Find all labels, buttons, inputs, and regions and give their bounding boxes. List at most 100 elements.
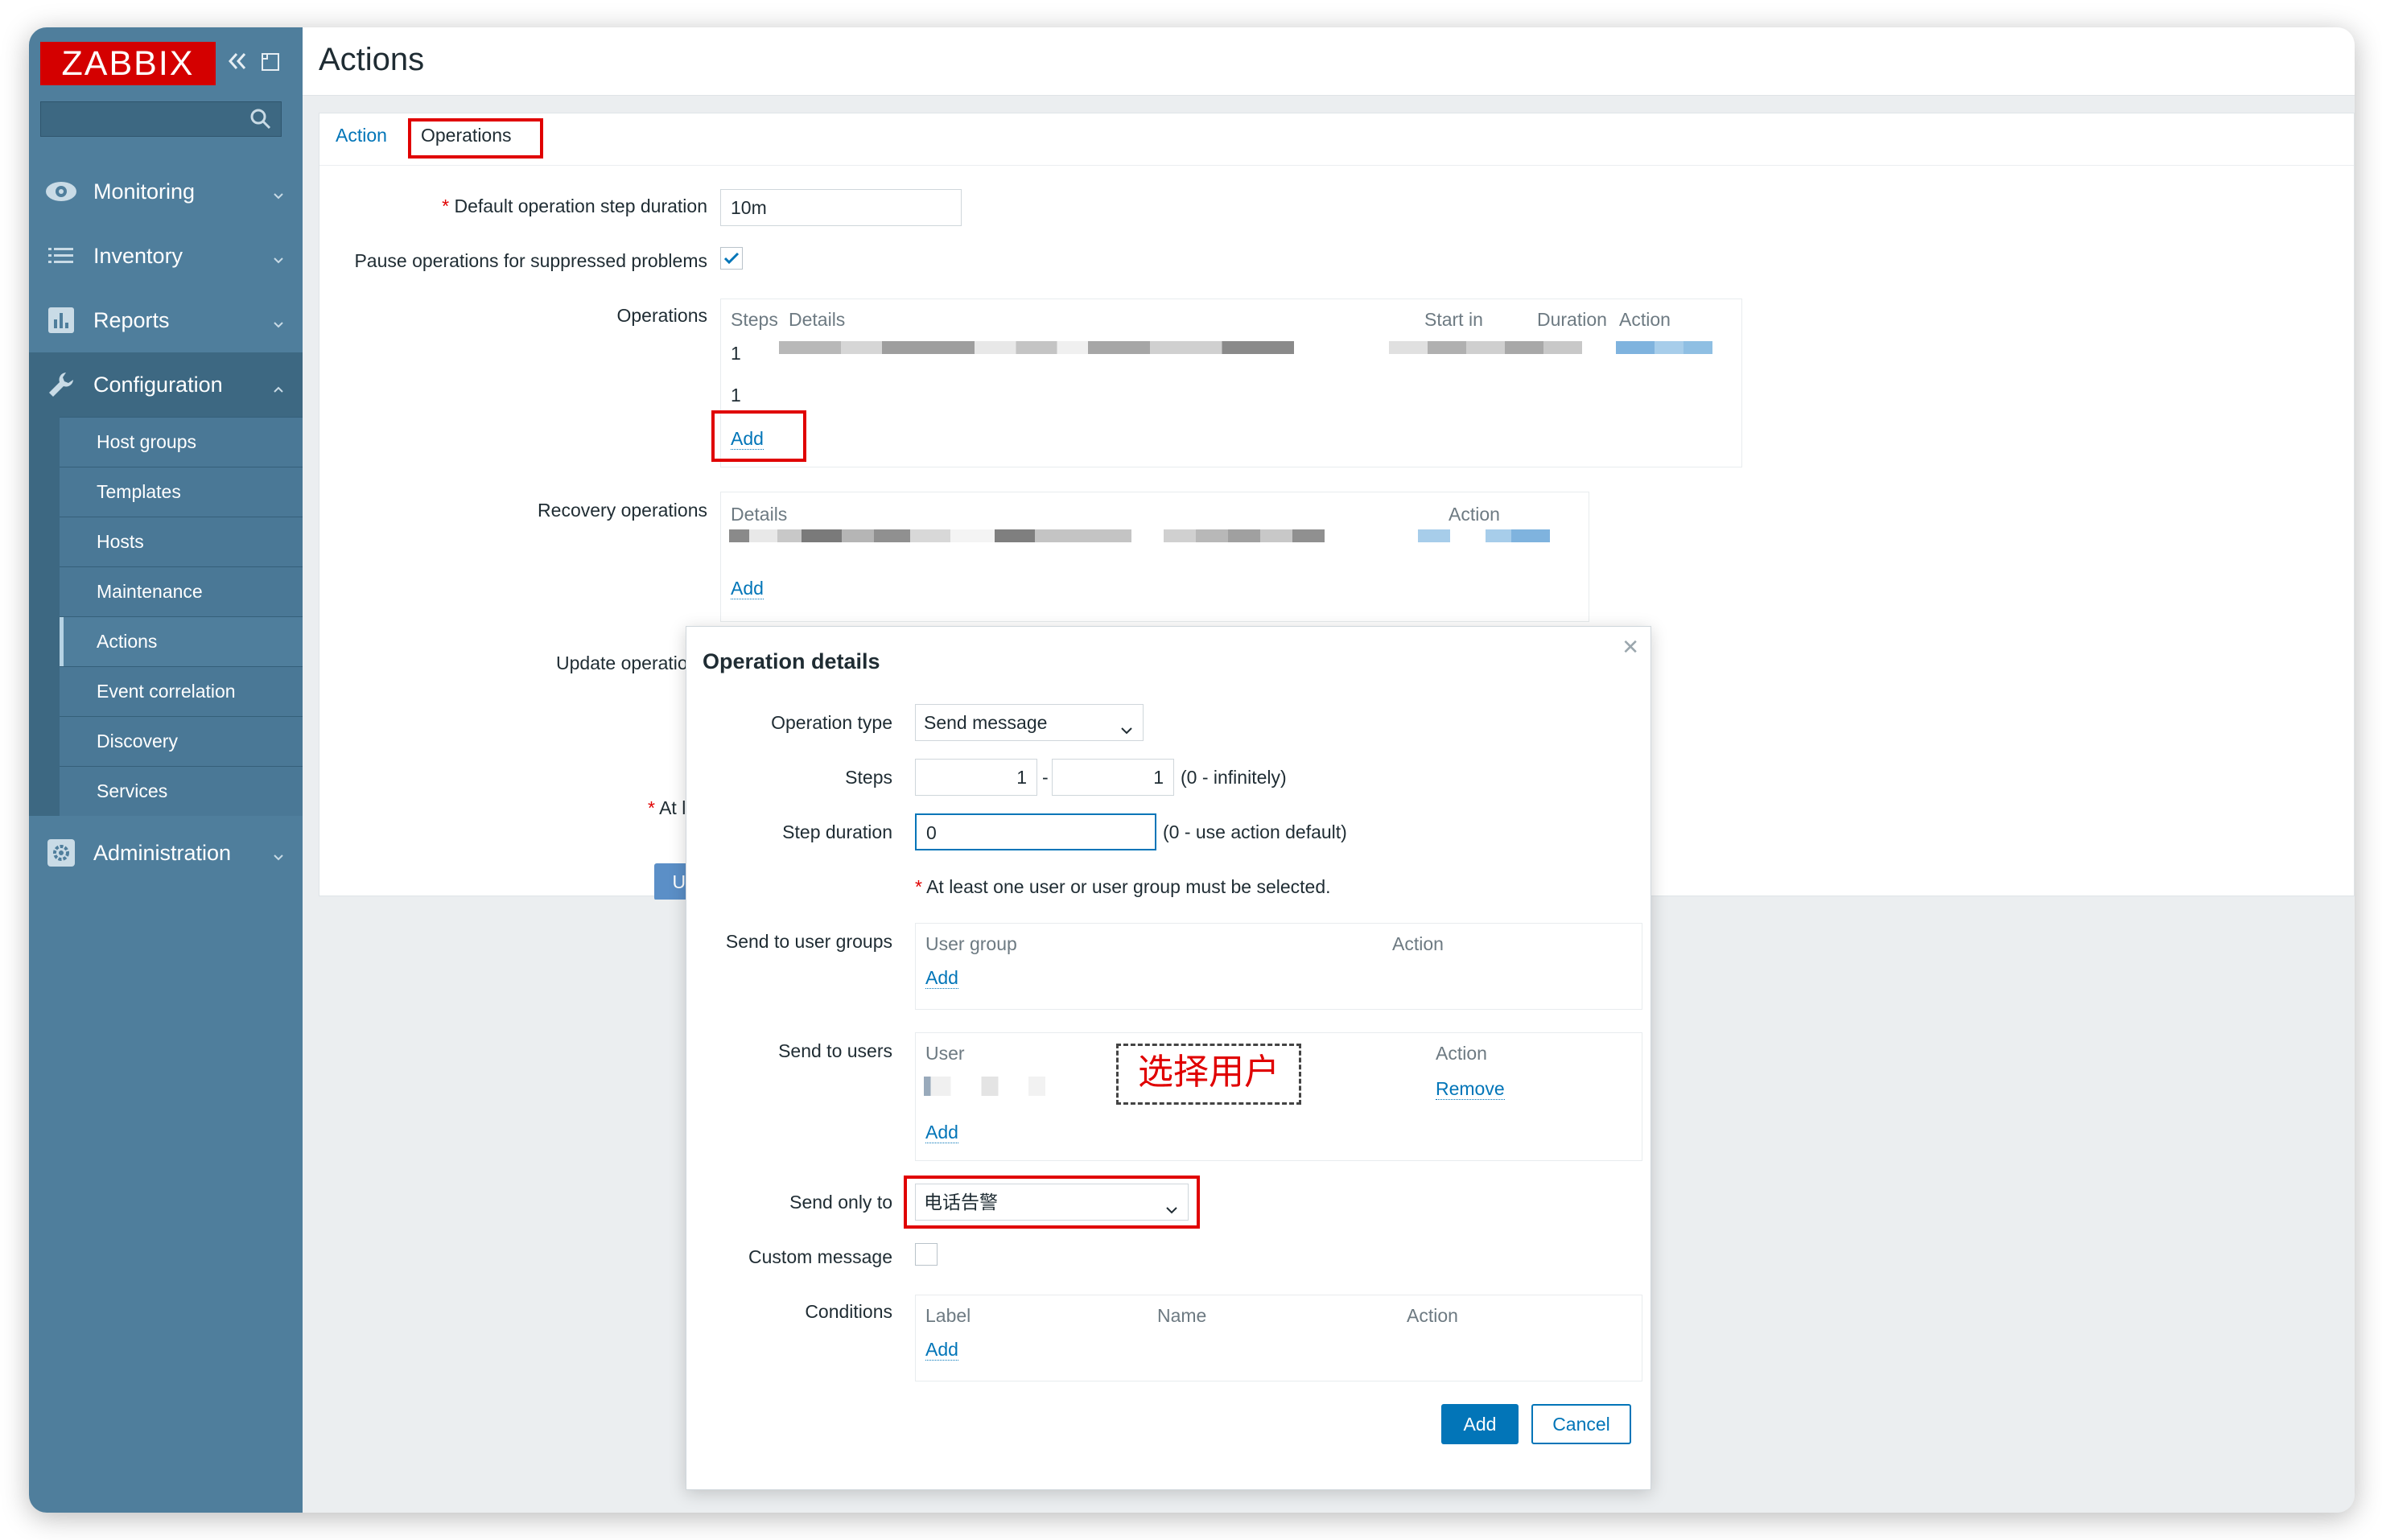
- zabbix-logo[interactable]: ZABBIX: [40, 42, 216, 85]
- redacted-operation-timing: [1389, 341, 1582, 354]
- submenu-item-maintenance[interactable]: Maintenance: [60, 566, 303, 616]
- operation-type-value: Send message: [924, 712, 1048, 733]
- redacted-recovery-details: [729, 529, 1131, 542]
- submenu-item-hosts[interactable]: Hosts: [60, 517, 303, 566]
- chevron-down-icon: [272, 246, 285, 271]
- redacted-recovery-action: [1418, 529, 1450, 542]
- submenu-item-services[interactable]: Services: [60, 766, 303, 816]
- send-to-user-groups-label: Send to user groups: [725, 931, 892, 952]
- col-action: Action: [1392, 933, 1444, 954]
- menu-monitoring[interactable]: Monitoring: [29, 159, 303, 224]
- col-details: Details: [789, 309, 846, 330]
- col-user-group: User group: [925, 933, 1017, 954]
- required-note: * At least one user or user group must b…: [915, 876, 1331, 897]
- kiosk-mode-icon[interactable]: [259, 48, 282, 80]
- sidebar-search-input[interactable]: [40, 101, 282, 137]
- col-action: Action: [1449, 504, 1500, 525]
- default-step-duration-label: * Default operation step duration: [442, 196, 707, 216]
- highlight-box-add-operation: [711, 410, 806, 462]
- tabs: Action Operations: [319, 113, 2354, 166]
- dialog-cancel-button[interactable]: Cancel: [1531, 1404, 1631, 1444]
- operation-row-step: 1: [731, 385, 741, 406]
- steps-label: Steps: [845, 767, 892, 788]
- collapse-sidebar-icon[interactable]: [225, 48, 249, 80]
- col-user: User: [925, 1043, 965, 1064]
- step-duration-input[interactable]: 0: [915, 813, 1156, 850]
- col-details: Details: [731, 504, 788, 525]
- highlight-box-operations-tab: [408, 118, 543, 159]
- gear-icon: [29, 838, 93, 867]
- default-step-duration-input[interactable]: 10m: [720, 189, 962, 226]
- operation-details-dialog: Operation details ✕ Operation type Send …: [686, 626, 1651, 1490]
- tab-action[interactable]: Action: [336, 125, 387, 146]
- steps-hint: (0 - infinitely): [1181, 767, 1287, 788]
- pause-operations-label: Pause operations for suppressed problems: [354, 250, 707, 271]
- configuration-submenu: Host groups Templates Hosts Maintenance …: [29, 417, 303, 816]
- redacted-recovery-details-2: [1164, 529, 1325, 542]
- check-icon: [723, 252, 740, 265]
- menu-reports-label: Reports: [93, 307, 170, 332]
- operations-label: Operations: [616, 305, 707, 326]
- menu-inventory[interactable]: Inventory: [29, 224, 303, 288]
- col-action: Action: [1436, 1043, 1487, 1064]
- chevron-down-icon: [272, 843, 285, 868]
- send-to-users-label: Send to users: [778, 1040, 892, 1061]
- annotation-select-users: 选择用户: [1116, 1044, 1301, 1105]
- page-title: Actions: [319, 42, 425, 77]
- wrench-icon: [29, 370, 93, 399]
- add-recovery-operation-link[interactable]: Add: [731, 578, 764, 599]
- submenu-item-event-correlation[interactable]: Event correlation: [60, 666, 303, 716]
- conditions-table: Label Name Action Add: [915, 1295, 1642, 1381]
- redacted-operation-details: [779, 341, 1294, 354]
- main-menu: Monitoring Inventory Reports Configurati…: [29, 159, 303, 885]
- remove-user-link[interactable]: Remove: [1436, 1078, 1505, 1100]
- operation-type-select[interactable]: Send message: [915, 704, 1144, 741]
- submenu-item-host-groups[interactable]: Host groups: [60, 417, 303, 467]
- col-duration: Duration: [1537, 309, 1607, 330]
- add-user-group-link[interactable]: Add: [925, 967, 958, 989]
- send-only-to-label: Send only to: [789, 1192, 892, 1213]
- pause-operations-checkbox[interactable]: [720, 247, 743, 270]
- submenu-item-actions[interactable]: Actions: [60, 616, 303, 666]
- submenu-item-discovery[interactable]: Discovery: [60, 716, 303, 766]
- col-name: Name: [1157, 1305, 1207, 1326]
- menu-inventory-label: Inventory: [93, 243, 183, 268]
- menu-configuration[interactable]: Configuration: [29, 352, 303, 417]
- update-operations-label: Update operations: [556, 653, 707, 673]
- eye-icon: [29, 179, 93, 204]
- logo-text: ZABBIX: [61, 44, 195, 83]
- recovery-operations-table: Details Action Add: [720, 492, 1589, 622]
- chevron-down-icon: [272, 182, 285, 207]
- steps-from-input[interactable]: 1: [915, 759, 1037, 796]
- step-duration-hint: (0 - use action default): [1163, 821, 1347, 842]
- add-user-link[interactable]: Add: [925, 1122, 958, 1143]
- menu-administration[interactable]: Administration: [29, 821, 303, 885]
- operation-type-label: Operation type: [771, 712, 892, 733]
- page-header: Actions: [303, 27, 2355, 96]
- steps-to-input[interactable]: 1: [1052, 759, 1174, 796]
- chevron-up-icon: [272, 375, 285, 400]
- custom-message-label: Custom message: [748, 1246, 892, 1267]
- col-steps: Steps: [731, 309, 778, 330]
- col-action: Action: [1619, 309, 1671, 330]
- add-condition-link[interactable]: Add: [925, 1339, 958, 1361]
- user-groups-table: User group Action Add: [915, 923, 1642, 1010]
- submenu-item-templates[interactable]: Templates: [60, 467, 303, 517]
- dialog-title: Operation details: [703, 649, 880, 673]
- redacted-user-name: [924, 1077, 1093, 1096]
- redacted-recovery-action-2: [1486, 529, 1550, 542]
- sidebar: ZABBIX Monitoring Inventory Reports Conf…: [29, 27, 303, 1513]
- redacted-operation-actions: [1616, 341, 1712, 354]
- custom-message-checkbox[interactable]: [915, 1243, 938, 1266]
- operations-table: Steps Details Start in Duration Action 1…: [711, 299, 1742, 467]
- bar-chart-icon: [29, 307, 93, 334]
- highlight-box-send-only-to: [904, 1176, 1200, 1229]
- menu-monitoring-label: Monitoring: [93, 179, 196, 204]
- close-icon[interactable]: ✕: [1622, 635, 1639, 660]
- menu-administration-label: Administration: [93, 840, 232, 865]
- search-icon[interactable]: [249, 107, 273, 135]
- list-icon: [29, 245, 93, 267]
- menu-reports[interactable]: Reports: [29, 288, 303, 352]
- dialog-add-button[interactable]: Add: [1441, 1404, 1519, 1444]
- menu-configuration-label: Configuration: [93, 372, 223, 397]
